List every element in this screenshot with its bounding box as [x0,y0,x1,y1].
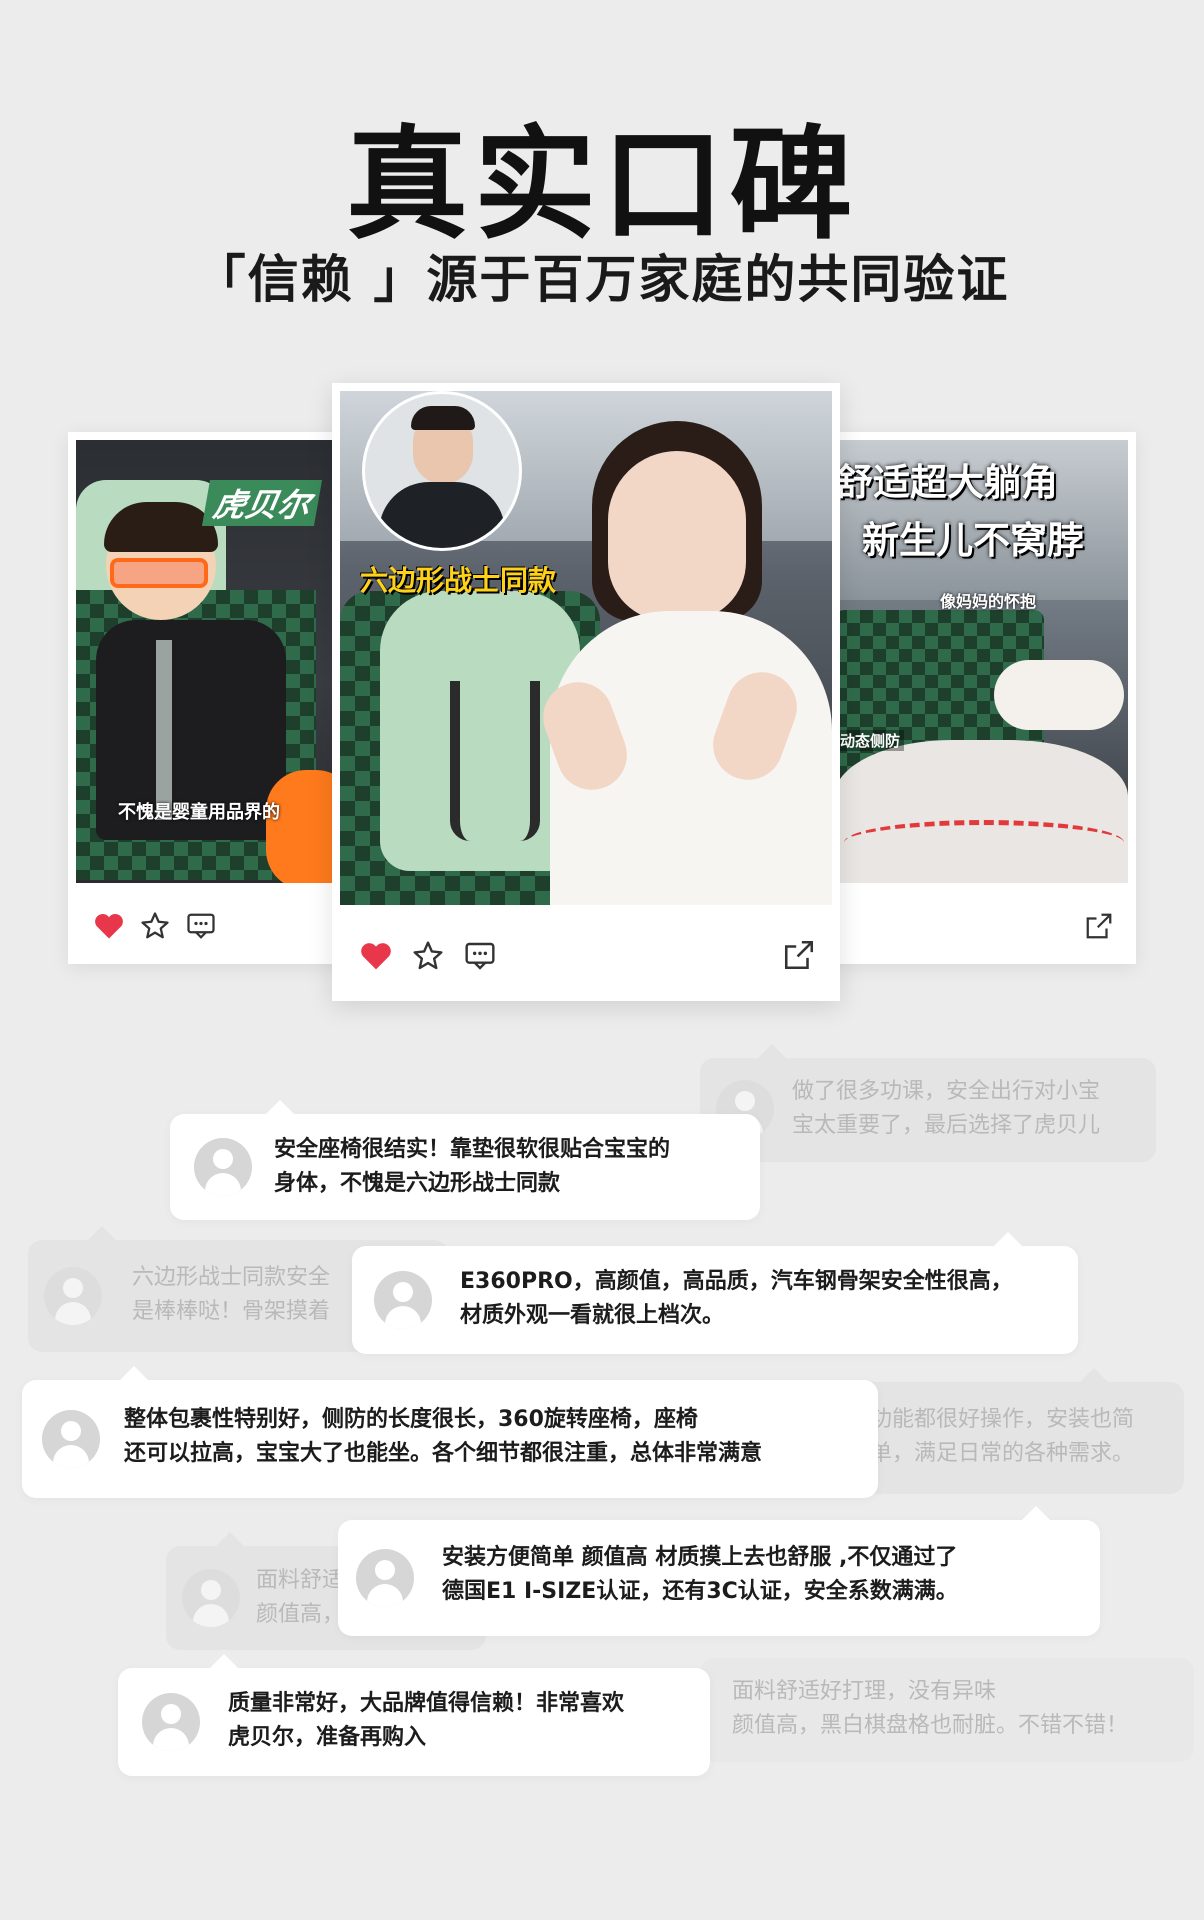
review-bubble-3: 整体包裹性特别好，侧防的长度很长，360旋转座椅，座椅 还可以拉高，宝宝大了也能… [22,1366,878,1498]
bubble-tail [994,1232,1022,1246]
bubble-tail [1022,1506,1050,1520]
star-icon[interactable] [140,911,170,941]
review-text-line2: 是棒棒哒！骨架摸着 [132,1299,331,1324]
bubble-tail [88,1226,116,1240]
post-photo-right[interactable]: 舒适超大躺角 新生儿不窝脖 像妈妈的怀抱 动态侧防 [834,440,1128,883]
child-sunglasses [110,558,208,588]
review-text-line1: 功能都很好操作，安装也简 [870,1407,1135,1432]
review-bubble-faded-1: 做了很多功课，安全出行对小宝 宝太重要了，最后选择了虎贝儿 [700,1044,1156,1162]
woman-face [608,451,746,621]
avatar [44,1267,102,1325]
avatar [374,1271,432,1329]
bubble-tail [266,1100,294,1114]
inset-avatar-man [362,391,522,551]
post-photo-left[interactable]: 虎贝尔 不愧是婴童用品界的 [76,440,340,883]
bubble-tail [758,1044,786,1058]
bubble-tail [210,1654,238,1668]
overlay-line2-right: 新生儿不窝脖 [862,519,1084,562]
review-text-line2: 虎贝尔，准备再购入 [228,1725,427,1750]
review-bubble-2: E360PRO，高颜值，高品质，汽车钢骨架安全性很高， 材质外观一看就很上档次。 [352,1232,1078,1354]
review-text-line2: 颜值高，黑白棋盘格也耐脏。不错不错！ [732,1713,1129,1738]
heart-icon[interactable] [94,912,124,940]
child-hair [104,502,218,552]
orange-sleeve [266,770,340,883]
avatar [42,1410,100,1468]
review-text-line2: 宝太重要了，最后选择了虎贝儿 [792,1113,1101,1138]
review-text-line1: 质量非常好，大品牌值得信赖！非常喜欢 [228,1691,625,1716]
heart-icon[interactable] [360,941,392,971]
review-text-line2: 德国E1 I-SIZE认证，还有3C认证，安全系数满满。 [442,1579,958,1604]
bubble-tail [1080,1368,1108,1382]
comment-icon[interactable] [464,941,496,971]
review-text-line1: 六边形战士同款安全 [132,1265,331,1290]
page-title: 真实口碑 [346,114,858,256]
post-card-left[interactable]: 虎贝尔 不愧是婴童用品界的 [68,432,348,964]
baby-figure [994,660,1124,730]
card-actions-center [360,936,496,976]
review-bubble-faded-5: 面料舒适好打理，没有异味 颜值高，黑白棋盘格也耐脏。不错不错！ [700,1658,1194,1762]
avatar [194,1138,252,1196]
review-text-line1: 做了很多功课，安全出行对小宝 [792,1079,1101,1104]
inset-man-hair [411,406,475,430]
card-actions-left [94,906,216,946]
seat-harness-center [450,681,540,841]
review-text-line1: 安装方便简单 颜值高 材质摸上去也舒服 ,不仅通过了 [442,1545,958,1570]
bubble-tail [216,1532,244,1546]
overlay-line1-right: 舒适超大躺角 [836,461,1058,504]
overlay-tag-right: 动态侧防 [836,730,905,751]
review-text-line2: 单，满足日常的各种需求。 [870,1441,1135,1466]
post-card-right[interactable]: 舒适超大躺角 新生儿不窝脖 像妈妈的怀抱 动态侧防 [826,432,1136,964]
review-text-line2: 材质外观一看就很上档次。 [460,1303,725,1328]
overlay-label-center: 六边形战士同款 [360,564,557,597]
bubble-tail [120,1366,148,1380]
review-text-line1: 安全座椅很结实！靠垫很软很贴合宝宝的 [274,1137,671,1162]
comment-icon[interactable] [186,912,216,940]
star-icon[interactable] [412,940,444,972]
post-photo-center[interactable]: 六边形战士同款 [340,391,832,905]
card-share-center [782,935,816,975]
card-actions-right [1084,906,1114,946]
review-text-line2: 还可以拉高，宝宝大了也能坐。各个细节都很注重，总体非常满意 [124,1441,763,1466]
review-text-line1: 面料舒适好打理，没有异味 [732,1679,997,1704]
review-bubble-5: 质量非常好，大品牌值得信赖！非常喜欢 虎贝尔，准备再购入 [118,1654,710,1776]
seat-base-ring [844,820,1124,865]
review-text-line2: 身体，不愧是六边形战士同款 [274,1171,561,1196]
share-icon[interactable] [782,938,816,972]
page-subtitle: 「信赖 」源于百万家庭的共同验证 [194,251,1010,310]
avatar [142,1693,200,1751]
review-bubble-1: 安全座椅很结实！靠垫很软很贴合宝宝的 身体，不愧是六边形战士同款 [170,1100,760,1220]
review-text-line1: E360PRO，高颜值，高品质，汽车钢骨架安全性很高， [460,1269,1013,1294]
inset-man-coat [379,482,505,548]
avatar [356,1549,414,1607]
overlay-small-right: 像妈妈的怀抱 [940,592,1037,611]
share-icon[interactable] [1084,911,1114,941]
overlay-caption-left: 不愧是婴童用品界的 [118,802,280,823]
overlay-brand-left: 虎贝尔 [201,480,323,526]
avatar [182,1569,240,1627]
review-text-line1: 整体包裹性特别好，侧防的长度很长，360旋转座椅，座椅 [124,1407,698,1432]
review-bubble-4: 安装方便简单 颜值高 材质摸上去也舒服 ,不仅通过了 德国E1 I-SIZE认证… [338,1506,1100,1636]
post-card-center[interactable]: 六边形战士同款 [332,383,840,1001]
seat-harness [156,640,172,820]
